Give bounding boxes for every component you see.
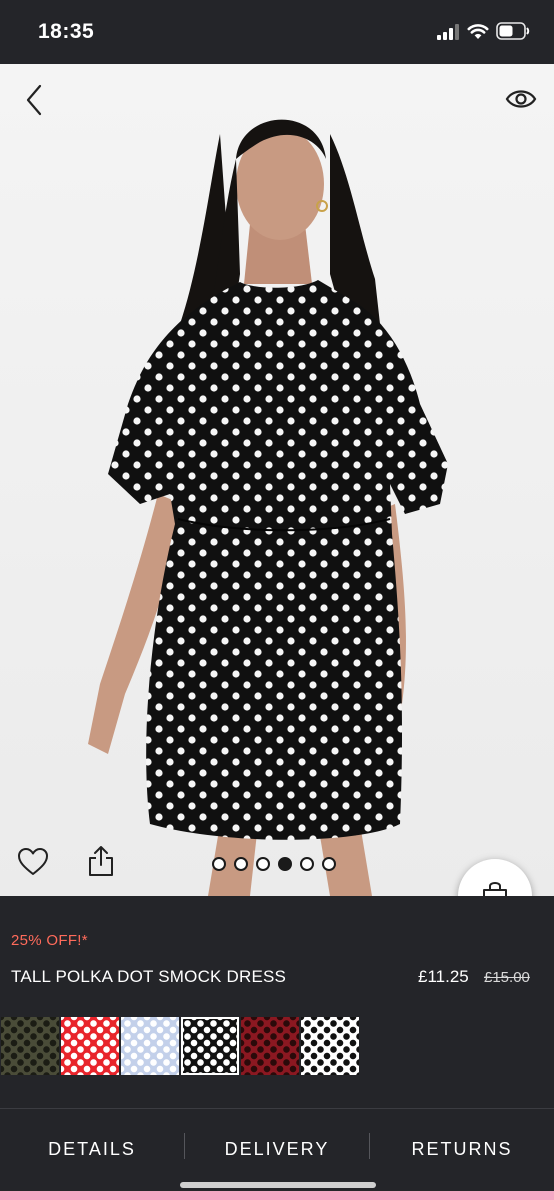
discount-label: 25% OFF!*: [11, 932, 88, 949]
wifi-icon: [467, 24, 489, 39]
gallery-dot-3[interactable]: [256, 857, 270, 871]
swatch-black[interactable]: [180, 1016, 240, 1076]
share-icon[interactable]: [86, 844, 116, 878]
eye-icon[interactable]: [504, 84, 538, 114]
product-gallery[interactable]: [0, 64, 554, 896]
swatch-white[interactable]: [300, 1016, 360, 1076]
heart-icon[interactable]: [16, 846, 50, 878]
current-price: £11.25: [418, 967, 469, 986]
color-swatches: [0, 1016, 360, 1078]
product-info: 25% OFF!* TALL POLKA DOT SMOCK DRESS £11…: [0, 896, 554, 1108]
bottom-banner-strip: [0, 1191, 554, 1200]
tab-details[interactable]: DETAILS: [0, 1109, 184, 1189]
swatch-red[interactable]: [60, 1016, 120, 1076]
tab-delivery-label: DELIVERY: [224, 1138, 330, 1159]
gallery-dot-2[interactable]: [234, 857, 248, 871]
product-image: [0, 64, 554, 896]
tab-delivery[interactable]: DELIVERY: [185, 1109, 369, 1189]
battery-icon: [496, 22, 530, 40]
original-price: £15.00: [484, 969, 530, 986]
status-bar: 18:35: [0, 0, 554, 64]
home-indicator[interactable]: [180, 1182, 376, 1188]
gallery-dot-1[interactable]: [212, 857, 226, 871]
back-chevron-icon[interactable]: [20, 82, 48, 118]
tab-returns-label: RETURNS: [411, 1138, 513, 1159]
tab-details-label: DETAILS: [48, 1138, 136, 1159]
status-time: 18:35: [38, 20, 95, 43]
gallery-dot-6[interactable]: [322, 857, 336, 871]
swatch-khaki[interactable]: [0, 1016, 60, 1076]
swatch-burgundy[interactable]: [240, 1016, 300, 1076]
tab-returns[interactable]: RETURNS: [370, 1109, 554, 1189]
info-tabs: DETAILS DELIVERY RETURNS: [0, 1109, 554, 1189]
cellular-signal-icon: [437, 24, 459, 40]
gallery-dot-5[interactable]: [300, 857, 314, 871]
gallery-pagination: [212, 857, 336, 871]
gallery-dot-4[interactable]: [278, 857, 292, 871]
product-title: TALL POLKA DOT SMOCK DRESS: [11, 967, 287, 986]
swatch-light-blue[interactable]: [120, 1016, 180, 1076]
